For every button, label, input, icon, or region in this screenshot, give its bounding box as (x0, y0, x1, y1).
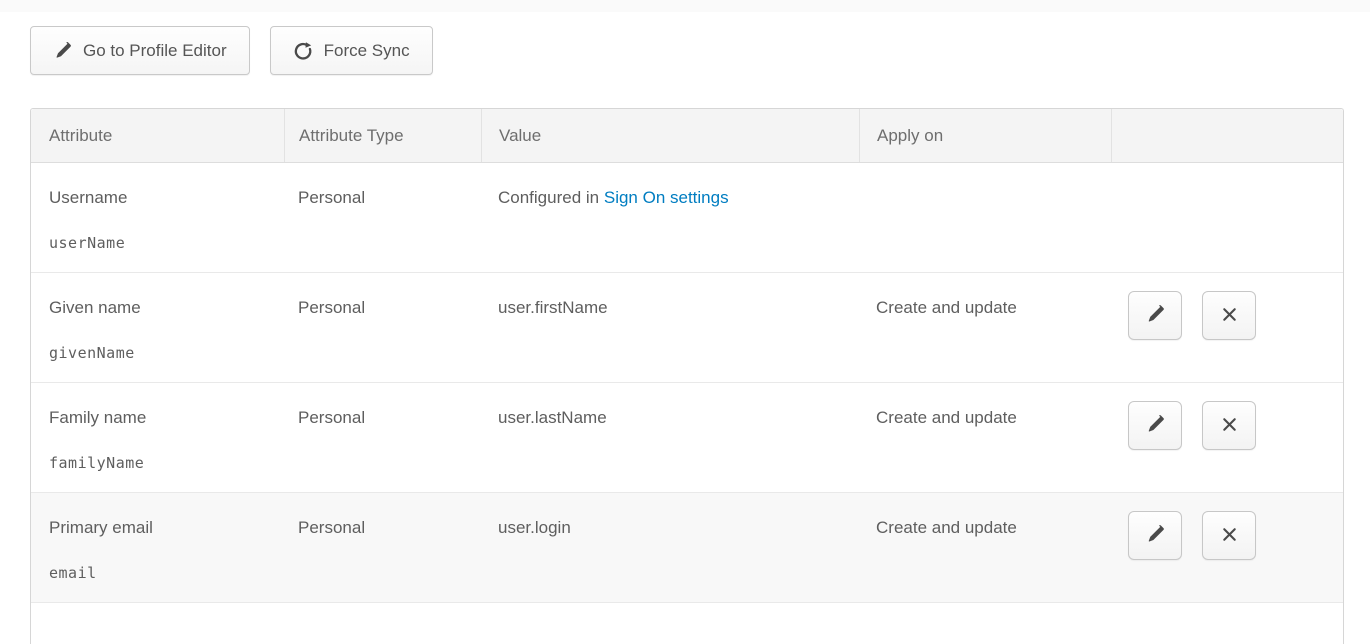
force-sync-button[interactable]: Force Sync (270, 26, 433, 75)
header-cell-attribute: Attribute (31, 109, 284, 162)
edit-attribute-button[interactable] (1128, 511, 1182, 560)
attribute-type: Personal (284, 383, 481, 492)
value-text: Configured in (498, 188, 599, 207)
attribute-label: Family name (49, 407, 284, 428)
header-cell-attribute-type: Attribute Type (284, 109, 481, 162)
apply-on: Create and update (859, 383, 1111, 492)
pencil-icon (1145, 304, 1165, 327)
row-actions (1111, 273, 1343, 382)
header-cell-value: Value (481, 109, 859, 162)
header-cell-actions (1111, 109, 1343, 162)
pencil-icon (53, 41, 72, 60)
attribute-type: Personal (284, 493, 481, 602)
pencil-icon (1145, 414, 1165, 437)
attribute-label: Username (49, 187, 284, 208)
close-icon (1220, 415, 1239, 437)
apply-on: Create and update (859, 273, 1111, 382)
attribute-value: user.lastName (481, 383, 859, 492)
header-cell-apply-on: Apply on (859, 109, 1111, 162)
attribute-value: Configured in Sign On settings (481, 163, 859, 272)
row-actions (1111, 493, 1343, 602)
table-row: Username userName Personal Configured in… (31, 163, 1343, 273)
table-row: Given name givenName Personal user.first… (31, 273, 1343, 383)
sign-on-settings-link[interactable]: Sign On settings (604, 188, 729, 207)
row-actions (1111, 383, 1343, 492)
attribute-value: user.firstName (481, 273, 859, 382)
attribute-variable: userName (49, 234, 284, 253)
close-icon (1220, 525, 1239, 547)
row-actions (1111, 163, 1343, 272)
attribute-variable: familyName (49, 454, 284, 473)
apply-on (859, 163, 1111, 272)
table-header: Attribute Attribute Type Value Apply on (31, 109, 1343, 163)
attribute-type: Personal (284, 163, 481, 272)
table-row-partial (31, 603, 1343, 644)
toolbar: Go to Profile Editor Force Sync (30, 26, 1370, 75)
edit-attribute-button[interactable] (1128, 401, 1182, 450)
page-top-strip (0, 0, 1370, 12)
go-to-profile-editor-button[interactable]: Go to Profile Editor (30, 26, 250, 75)
remove-attribute-button[interactable] (1202, 401, 1256, 450)
apply-on: Create and update (859, 493, 1111, 602)
sync-icon (293, 41, 313, 61)
remove-attribute-button[interactable] (1202, 291, 1256, 340)
attribute-type: Personal (284, 273, 481, 382)
attribute-label: Primary email (49, 517, 284, 538)
table-row: Family name familyName Personal user.las… (31, 383, 1343, 493)
attribute-value: user.login (481, 493, 859, 602)
attribute-label: Given name (49, 297, 284, 318)
attribute-variable: email (49, 564, 284, 583)
close-icon (1220, 305, 1239, 327)
attribute-variable: givenName (49, 344, 284, 363)
table-row: Primary email email Personal user.login … (31, 493, 1343, 603)
force-sync-label: Force Sync (324, 41, 410, 61)
attribute-mappings-table: Attribute Attribute Type Value Apply on … (30, 108, 1344, 644)
remove-attribute-button[interactable] (1202, 511, 1256, 560)
edit-attribute-button[interactable] (1128, 291, 1182, 340)
go-to-profile-editor-label: Go to Profile Editor (83, 41, 227, 61)
pencil-icon (1145, 524, 1165, 547)
